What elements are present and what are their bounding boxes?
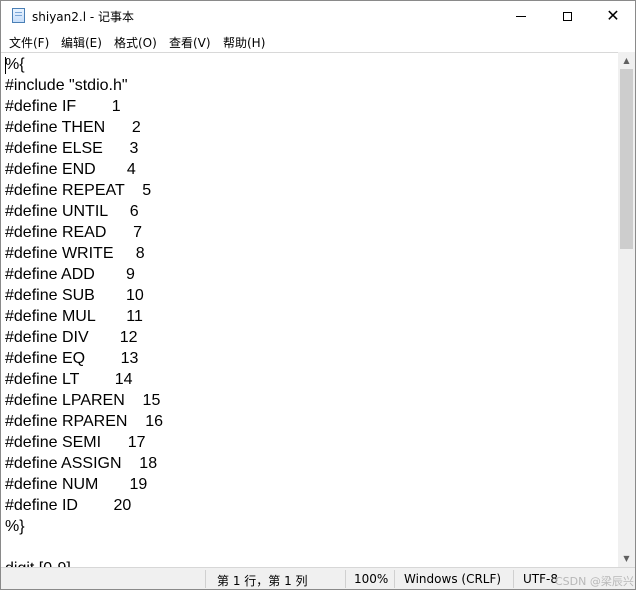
code-line: #define ASSIGN 18 xyxy=(5,455,158,472)
code-line: #define REPEAT 5 xyxy=(5,182,152,199)
code-line: %{ xyxy=(5,56,25,73)
code-line: #define ADD 9 xyxy=(5,266,135,283)
close-icon: ✕ xyxy=(606,6,620,25)
code-line: #define LPAREN 15 xyxy=(5,392,161,409)
zoom-level: 100% xyxy=(354,572,389,586)
status-separator xyxy=(513,570,514,588)
scroll-up-arrow-icon[interactable]: ▲ xyxy=(618,52,635,69)
code-line: #define NUM 19 xyxy=(5,476,148,493)
status-bar: 第 1 行，第 1 列 100% Windows (CRLF) UTF-8 CS… xyxy=(1,567,635,589)
menu-bar: 文件(F) 编辑(E) 格式(O) 查看(V) 帮助(H) xyxy=(1,31,635,51)
code-line: #define DIV 12 xyxy=(5,329,138,346)
text-caret xyxy=(5,57,6,74)
maximize-icon xyxy=(562,11,572,21)
code-line: #define LT 14 xyxy=(5,371,133,388)
code-line: #define ID 20 xyxy=(5,497,132,514)
code-line: #include "stdio.h" xyxy=(5,77,128,94)
code-line: #define THEN 2 xyxy=(5,119,141,136)
menu-edit[interactable]: 编辑(E) xyxy=(61,34,102,51)
code-line: #define SUB 10 xyxy=(5,287,144,304)
minimize-icon xyxy=(516,15,526,17)
status-separator xyxy=(345,570,346,588)
code-line: #define END 4 xyxy=(5,161,136,178)
code-line: #define RPAREN 16 xyxy=(5,413,164,430)
menu-view[interactable]: 查看(V) xyxy=(169,34,211,51)
scroll-down-arrow-icon[interactable]: ▼ xyxy=(618,550,635,567)
line-ending: Windows (CRLF) xyxy=(404,572,502,586)
encoding: UTF-8 xyxy=(523,572,558,586)
code-line: #define MUL 11 xyxy=(5,308,143,325)
status-separator xyxy=(394,570,395,588)
code-line: #define EQ 13 xyxy=(5,350,139,367)
status-separator xyxy=(205,570,206,588)
code-line: #define WRITE 8 xyxy=(5,245,145,262)
title-bar[interactable]: shiyan2.l - 记事本 ✕ xyxy=(1,1,635,31)
code-line: #define UNTIL 6 xyxy=(5,203,139,220)
scrollbar-thumb[interactable] xyxy=(620,69,633,249)
menu-help[interactable]: 帮助(H) xyxy=(223,34,265,51)
text-editor[interactable]: %{ #include "stdio.h" #define IF 1 #define … xyxy=(1,52,618,568)
code-line: #define READ 7 xyxy=(5,224,142,241)
minimize-button[interactable] xyxy=(498,1,544,31)
cursor-position: 第 1 行，第 1 列 xyxy=(217,574,308,588)
menu-file[interactable]: 文件(F) xyxy=(9,34,49,51)
menu-format[interactable]: 格式(O) xyxy=(114,34,157,51)
csdn-watermark: CSDN @梁辰兴 xyxy=(555,575,634,588)
code-line: #define ELSE 3 xyxy=(5,140,139,157)
editor-content[interactable]: %{ #include "stdio.h" #define IF 1 #define … xyxy=(5,54,163,568)
notepad-app-icon xyxy=(12,8,25,23)
notepad-window: shiyan2.l - 记事本 ✕ 文件(F) 编辑(E) 格式(O) 查看(V… xyxy=(0,0,636,590)
close-button[interactable]: ✕ xyxy=(590,1,635,31)
code-line: %} xyxy=(5,518,25,535)
maximize-button[interactable] xyxy=(544,1,590,31)
code-line: #define SEMI 17 xyxy=(5,434,146,451)
vertical-scrollbar[interactable]: ▲ ▼ xyxy=(618,52,635,567)
code-line: #define IF 1 xyxy=(5,98,121,115)
window-title: shiyan2.l - 记事本 xyxy=(32,10,134,24)
